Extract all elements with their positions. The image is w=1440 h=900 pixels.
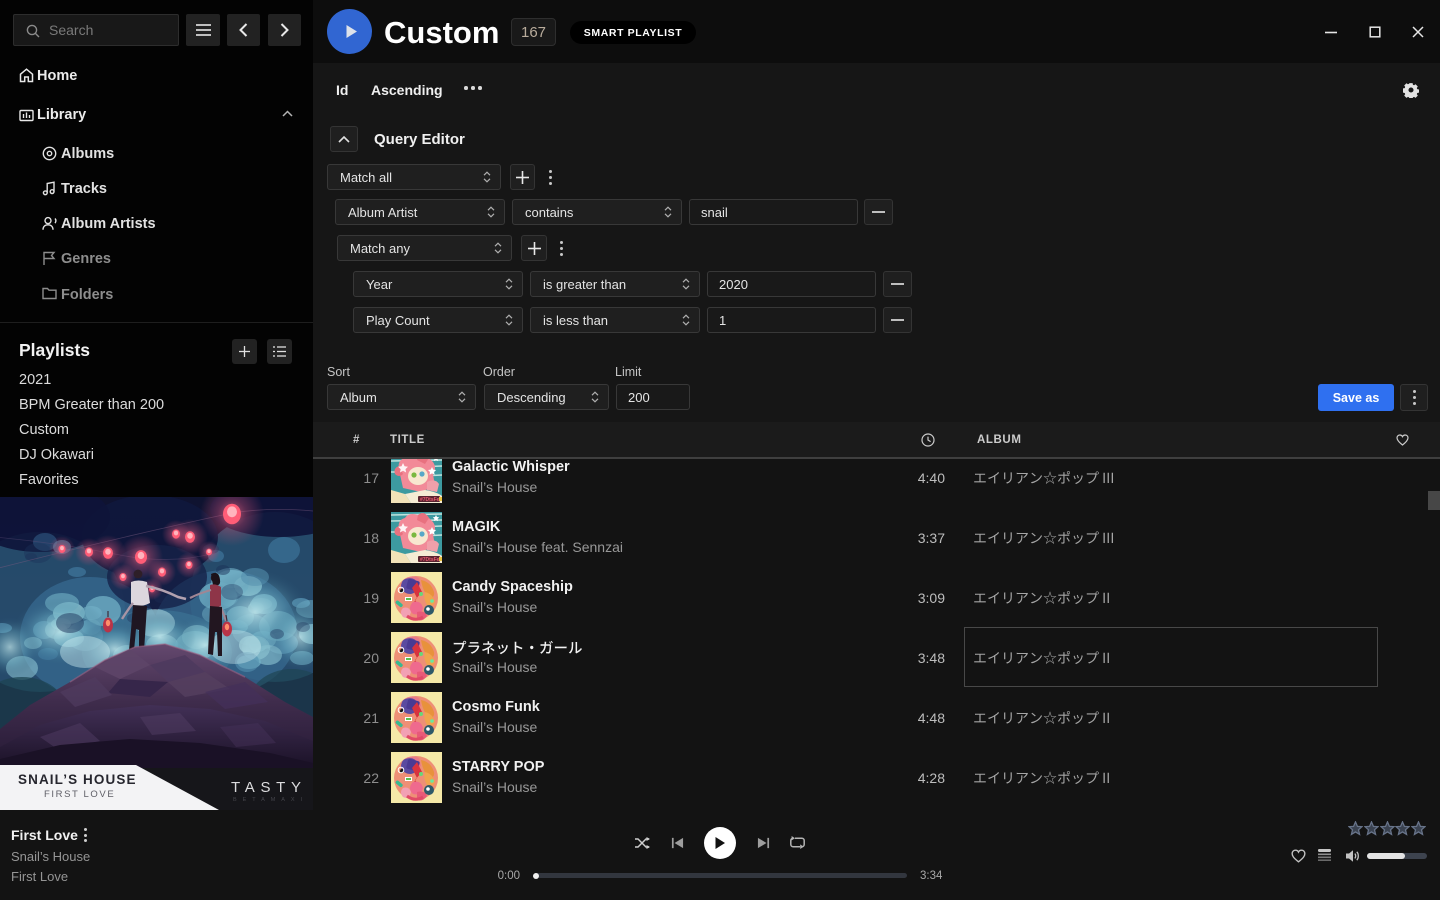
svg-text:#7DtsFes: #7DtsFes <box>420 557 442 563</box>
svg-text:#7DtsFes: #7DtsFes <box>420 497 442 503</box>
svg-text:FIRST LOVE: FIRST LOVE <box>44 789 115 800</box>
svg-text:SNAIL’S HOUSE: SNAIL’S HOUSE <box>18 772 137 787</box>
svg-text:TASTY: TASTY <box>231 779 307 796</box>
